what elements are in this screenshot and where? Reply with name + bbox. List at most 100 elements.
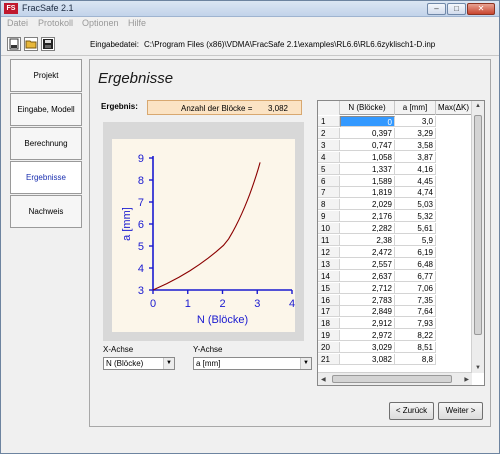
table-cell[interactable]: 8,8 <box>395 354 436 365</box>
sidebar-item-eingabe-modell[interactable]: Eingabe, Modell <box>10 93 82 126</box>
chevron-down-icon[interactable]: ▼ <box>300 358 311 369</box>
row-index-cell[interactable]: 10 <box>318 223 340 235</box>
x-axis-select[interactable]: N (Blöcke) ▼ <box>103 357 175 370</box>
table-cell[interactable]: 2,472 <box>340 246 395 258</box>
table-row[interactable]: 3 0,747 3,58 <box>318 139 472 151</box>
scroll-left-icon[interactable]: ◀ <box>321 376 326 383</box>
table-cell[interactable]: 1,337 <box>340 163 395 175</box>
table-cell[interactable]: 3,0 <box>395 116 436 127</box>
table-row[interactable]: 10 2,282 5,61 <box>318 223 472 235</box>
row-index-cell[interactable]: 19 <box>318 330 340 342</box>
vertical-scrollbar[interactable]: ▲ ▼ <box>471 101 484 373</box>
column-header-a[interactable]: a [mm] <box>395 101 436 115</box>
table-cell[interactable]: 7,35 <box>395 294 436 306</box>
vertical-scroll-thumb[interactable] <box>474 115 482 335</box>
table-cell[interactable]: 5,9 <box>395 235 436 246</box>
scroll-down-icon[interactable]: ▼ <box>475 365 481 371</box>
table-cell[interactable]: 5,03 <box>395 199 436 211</box>
table-cell[interactable]: 6,19 <box>395 246 436 258</box>
row-index-cell[interactable]: 4 <box>318 151 340 163</box>
column-header-n[interactable]: N (Blöcke) <box>340 101 395 115</box>
sidebar-item-projekt[interactable]: Projekt <box>10 59 82 92</box>
table-row[interactable]: 12 2,472 6,19 <box>318 246 472 258</box>
table-cell[interactable]: 7,93 <box>395 318 436 330</box>
row-index-cell[interactable]: 3 <box>318 139 340 151</box>
horizontal-scroll-thumb[interactable] <box>332 375 452 383</box>
table-row[interactable]: 16 2,783 7,35 <box>318 294 472 306</box>
row-index-cell[interactable]: 11 <box>318 235 340 246</box>
table-cell[interactable]: 2,712 <box>340 282 395 294</box>
row-index-cell[interactable]: 12 <box>318 246 340 258</box>
scroll-up-icon[interactable]: ▲ <box>475 103 481 109</box>
table-row[interactable]: 18 2,912 7,93 <box>318 318 472 330</box>
new-file-icon[interactable] <box>7 37 21 51</box>
row-index-cell[interactable]: 15 <box>318 282 340 294</box>
row-index-cell[interactable]: 5 <box>318 163 340 175</box>
table-row[interactable]: 9 2,176 5,32 <box>318 211 472 223</box>
sidebar-item-ergebnisse[interactable]: Ergebnisse <box>10 161 82 194</box>
table-cell[interactable]: 0,397 <box>340 127 395 139</box>
back-button[interactable]: < Zurück <box>389 402 434 420</box>
table-cell[interactable]: 8,51 <box>395 342 436 354</box>
minimize-button[interactable]: – <box>427 3 446 15</box>
table-cell[interactable]: 0,747 <box>340 139 395 151</box>
table-cell[interactable]: 8,22 <box>395 330 436 342</box>
table-row[interactable]: 13 2,557 6,48 <box>318 258 472 270</box>
table-row[interactable]: 6 1,589 4,45 <box>318 175 472 187</box>
table-cell[interactable]: 1,058 <box>340 151 395 163</box>
close-button[interactable]: ✕ <box>467 3 495 15</box>
table-cell[interactable]: 2,282 <box>340 223 395 235</box>
table-cell[interactable]: 2,38 <box>340 235 395 246</box>
menu-datei[interactable]: Datei <box>7 18 28 28</box>
table-row[interactable]: 2 0,397 3,29 <box>318 127 472 139</box>
row-index-cell[interactable]: 14 <box>318 270 340 282</box>
table-row[interactable]: 15 2,712 7,06 <box>318 282 472 294</box>
row-index-cell[interactable]: 1 <box>318 116 340 127</box>
table-cell[interactable]: 2,972 <box>340 330 395 342</box>
table-cell[interactable]: 7,64 <box>395 306 436 318</box>
row-index-cell[interactable]: 8 <box>318 199 340 211</box>
table-row[interactable]: 21 3,082 8,8 <box>318 354 472 365</box>
scroll-right-icon[interactable]: ▶ <box>464 376 469 383</box>
open-folder-icon[interactable] <box>24 37 38 51</box>
menu-optionen[interactable]: Optionen <box>82 18 119 28</box>
row-index-cell[interactable]: 16 <box>318 294 340 306</box>
row-index-cell[interactable]: 2 <box>318 127 340 139</box>
table-cell[interactable]: 3,29 <box>395 127 436 139</box>
menu-protokoll[interactable]: Protokoll <box>38 18 73 28</box>
table-row[interactable]: 8 2,029 5,03 <box>318 199 472 211</box>
table-cell[interactable]: 3,029 <box>340 342 395 354</box>
table-cell[interactable]: 4,45 <box>395 175 436 187</box>
next-button[interactable]: Weiter > <box>438 402 483 420</box>
table-cell[interactable]: 0 <box>340 116 395 127</box>
row-index-cell[interactable]: 13 <box>318 258 340 270</box>
table-row[interactable]: 11 2,38 5,9 <box>318 235 472 246</box>
y-axis-select[interactable]: a [mm] ▼ <box>193 357 312 370</box>
table-cell[interactable]: 3,58 <box>395 139 436 151</box>
row-index-cell[interactable]: 21 <box>318 354 340 365</box>
table-cell[interactable]: 2,176 <box>340 211 395 223</box>
table-cell[interactable]: 5,61 <box>395 223 436 235</box>
row-index-cell[interactable]: 9 <box>318 211 340 223</box>
table-row[interactable]: 17 2,849 7,64 <box>318 306 472 318</box>
table-cell[interactable]: 5,32 <box>395 211 436 223</box>
table-cell[interactable]: 2,029 <box>340 199 395 211</box>
table-row[interactable]: 7 1,819 4,74 <box>318 187 472 199</box>
table-row[interactable]: 19 2,972 8,22 <box>318 330 472 342</box>
column-header-max-dk[interactable]: Max(ΔK) <box>436 101 472 115</box>
table-cell[interactable]: 4,74 <box>395 187 436 199</box>
table-cell[interactable]: 6,77 <box>395 270 436 282</box>
table-cell[interactable]: 2,783 <box>340 294 395 306</box>
table-cell[interactable]: 2,912 <box>340 318 395 330</box>
save-icon[interactable] <box>41 37 55 51</box>
table-row[interactable]: 1 0 3,0 <box>318 116 472 127</box>
chevron-down-icon[interactable]: ▼ <box>163 358 174 369</box>
horizontal-scrollbar[interactable]: ◀ ▶ <box>318 372 472 385</box>
row-index-cell[interactable]: 7 <box>318 187 340 199</box>
menu-hilfe[interactable]: Hilfe <box>128 18 146 28</box>
row-index-cell[interactable]: 17 <box>318 306 340 318</box>
row-index-cell[interactable]: 20 <box>318 342 340 354</box>
table-cell[interactable]: 2,637 <box>340 270 395 282</box>
table-cell[interactable]: 7,06 <box>395 282 436 294</box>
table-cell[interactable]: 1,819 <box>340 187 395 199</box>
